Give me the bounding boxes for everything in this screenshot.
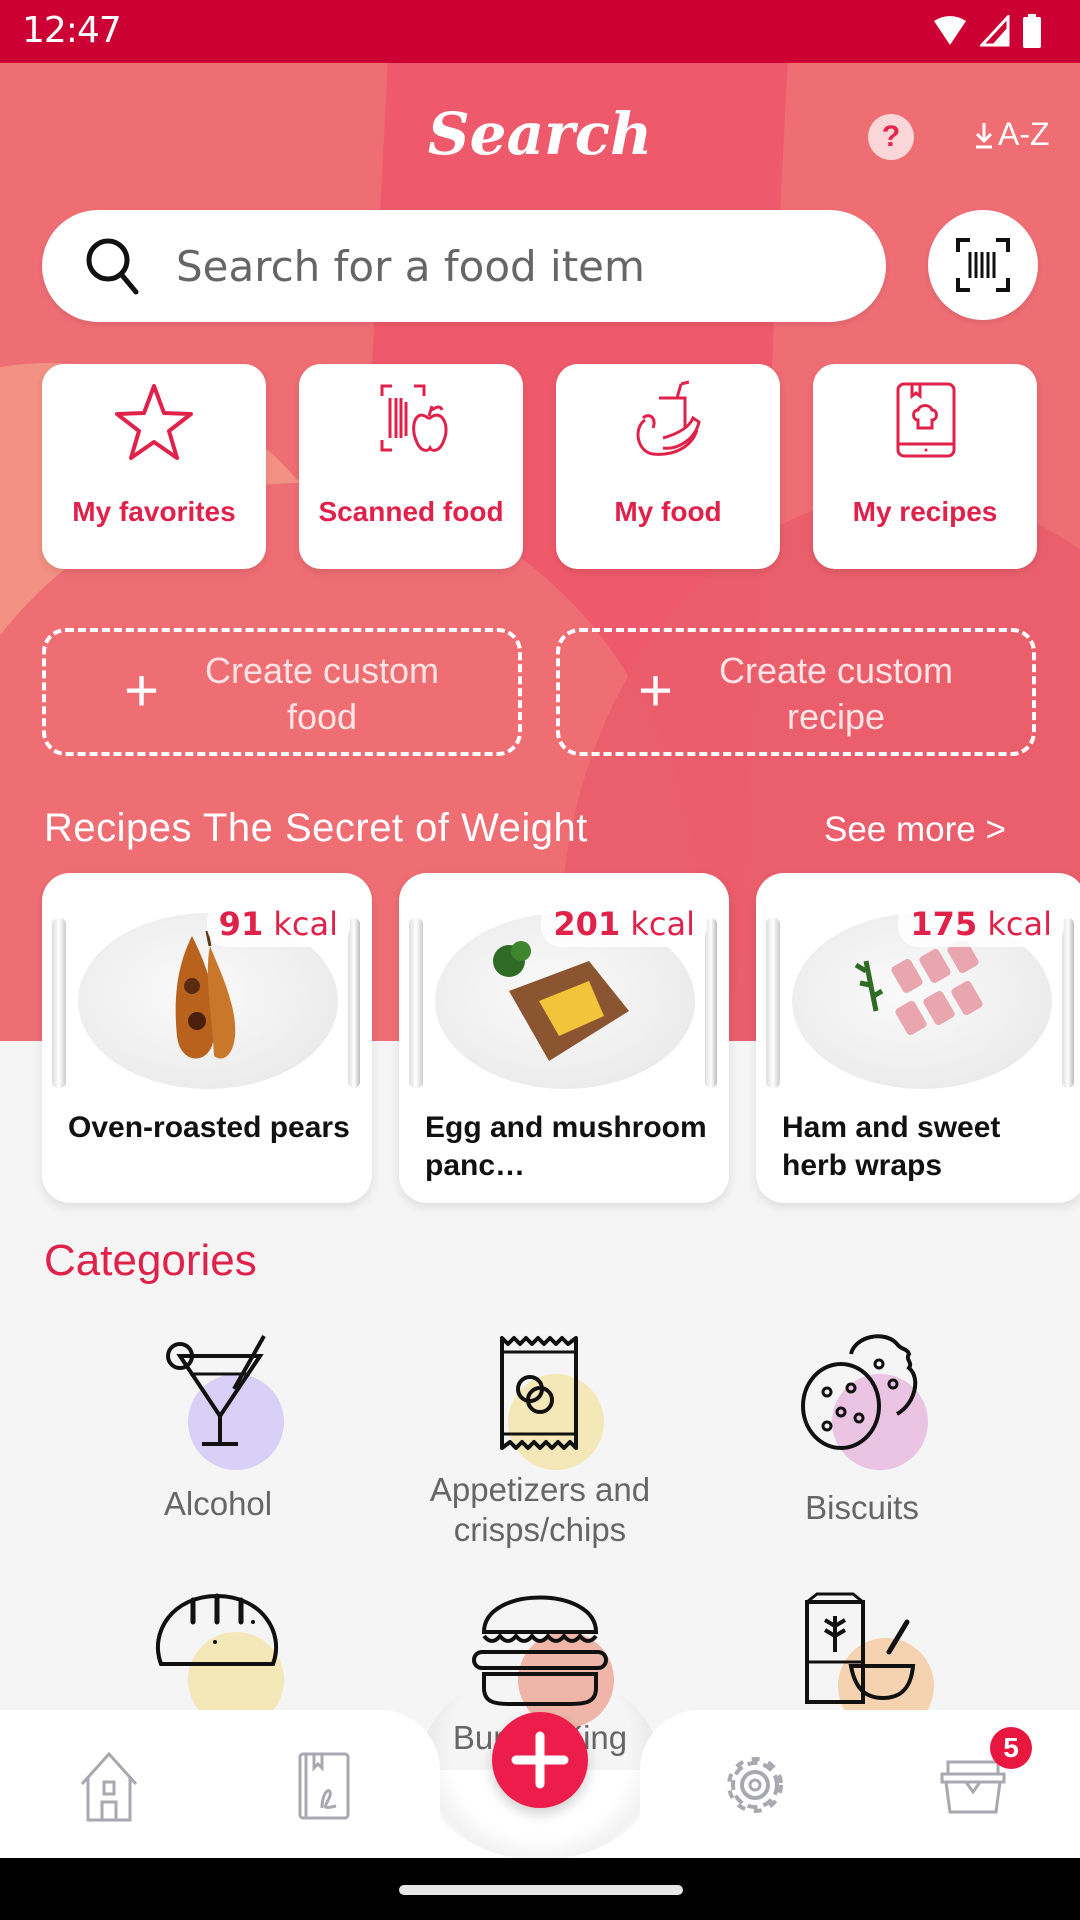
add-fab-button[interactable] <box>492 1712 588 1808</box>
journal-icon[interactable] <box>296 1750 352 1822</box>
recipe-card[interactable]: 201 kcal Egg and mushroom panc… <box>399 873 729 1203</box>
basket-badge: 5 <box>990 1727 1032 1769</box>
kcal-badge: 201 kcal <box>541 901 707 947</box>
recipe-card[interactable]: 175 kcal Ham and sweet herb wraps <box>756 873 1080 1203</box>
battery-icon <box>1023 14 1041 48</box>
sort-label: A-Z <box>998 116 1050 152</box>
category-alcohol[interactable]: Alcohol <box>68 1334 368 1534</box>
food-bowl-icon <box>636 380 701 456</box>
fork-icon <box>52 918 66 1088</box>
knife-icon <box>348 918 360 1088</box>
barcode-apple-icon <box>380 384 448 452</box>
see-more-link[interactable]: See more > <box>824 810 1006 850</box>
quick-my-food[interactable]: My food <box>556 364 780 569</box>
category-label: Appetizers and crisps/chips <box>429 1471 651 1548</box>
create-label: Create custom food <box>204 650 440 737</box>
knife-icon <box>1062 918 1074 1088</box>
kcal-badge: 175 kcal <box>898 901 1064 947</box>
plus-icon: + <box>124 657 160 724</box>
category-cereals[interactable] <box>712 1592 1012 1734</box>
recipe-name: Ham and sweet herb wraps <box>782 1111 1001 1182</box>
cookies-icon <box>801 1334 918 1450</box>
sort-button[interactable]: A-Z <box>974 116 1050 153</box>
page-title: Search <box>427 100 653 168</box>
recipes-section-title: Recipes The Secret of Weight <box>44 806 588 850</box>
clock: 12:47 <box>22 10 122 51</box>
plus-icon <box>511 1731 569 1789</box>
quick-scanned-food[interactable]: Scanned food <box>299 364 523 569</box>
sort-down-icon <box>975 122 993 148</box>
ham-wraps-image <box>854 941 983 1036</box>
bread-icon <box>155 1593 279 1666</box>
home-gesture-handle[interactable] <box>399 1885 683 1895</box>
fork-icon <box>766 918 780 1088</box>
fork-icon <box>409 918 423 1088</box>
quick-my-favorites[interactable]: My favorites <box>42 364 266 569</box>
quick-label: My food <box>614 496 722 527</box>
search-screen: 12:47 Search ? A-Z My favorites Scanned … <box>0 0 1080 1920</box>
pear-image <box>175 930 236 1059</box>
house-icon[interactable] <box>78 1750 140 1822</box>
scan-barcode-button[interactable] <box>928 210 1038 320</box>
cereal-icon <box>805 1592 916 1704</box>
search-icon <box>86 238 139 295</box>
category-label: Biscuits <box>805 1489 919 1526</box>
quick-my-recipes[interactable]: My recipes <box>813 364 1037 569</box>
star-icon <box>115 384 193 460</box>
quick-label: My recipes <box>852 496 998 527</box>
plus-icon: + <box>638 657 674 724</box>
system-navigation-bar <box>0 1858 1080 1920</box>
create-label: Create custom recipe <box>718 650 954 737</box>
category-bread[interactable] <box>68 1592 368 1728</box>
category-appetizers[interactable]: Appetizers and crisps/chips <box>390 1334 690 1554</box>
cocktail-icon <box>166 1335 266 1446</box>
category-biscuits[interactable]: Biscuits <box>712 1334 1012 1534</box>
signal-icon <box>980 15 1010 47</box>
recipe-name: Egg and mushroom panc… <box>425 1111 707 1182</box>
recipe-card[interactable]: 91 kcal Oven-roasted pears <box>42 873 372 1203</box>
chips-bag-icon <box>500 1336 578 1450</box>
search-bar[interactable] <box>42 210 886 322</box>
kcal-badge: 91 kcal <box>206 901 350 947</box>
quick-label: My favorites <box>72 496 236 527</box>
status-bar: 12:47 <box>0 0 1080 63</box>
search-input[interactable] <box>176 241 856 291</box>
recipe-book-icon <box>896 382 956 458</box>
create-custom-food-button[interactable]: + Create custom food <box>42 628 522 756</box>
create-custom-recipe-button[interactable]: + Create custom recipe <box>556 628 1036 756</box>
quick-label: Scanned food <box>318 496 504 527</box>
pancake-image <box>493 941 629 1061</box>
category-label: Alcohol <box>163 1485 273 1522</box>
help-button[interactable]: ? <box>868 114 914 160</box>
knife-icon <box>705 918 717 1088</box>
wifi-icon <box>934 16 966 45</box>
question-icon: ? <box>881 120 901 153</box>
recipe-name: Oven-roasted pears <box>68 1111 350 1144</box>
categories-title: Categories <box>44 1236 257 1285</box>
gear-icon[interactable] <box>720 1750 790 1820</box>
barcode-scan-icon <box>956 238 1010 292</box>
